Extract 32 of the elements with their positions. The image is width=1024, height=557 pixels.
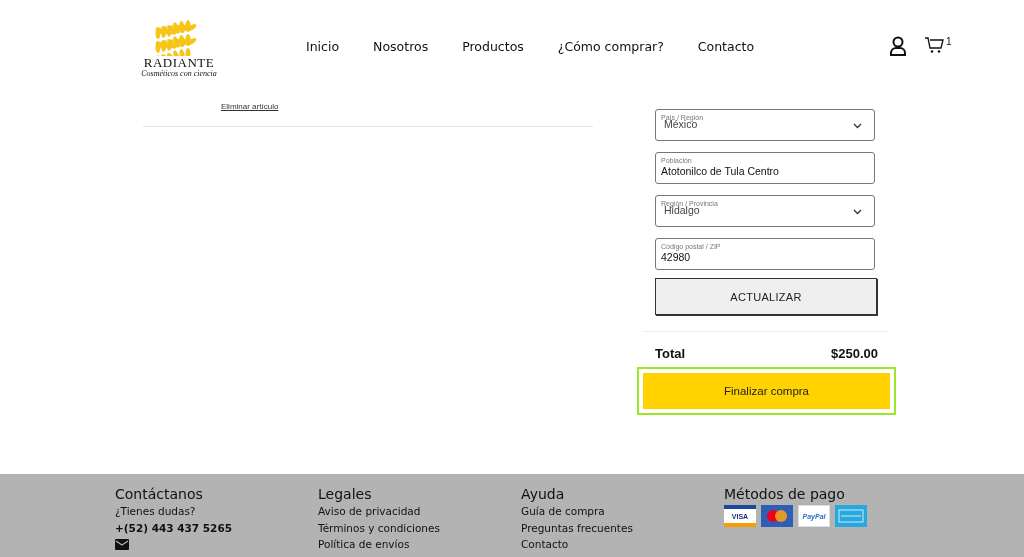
logo-name: RADIANTE bbox=[143, 55, 215, 69]
nav-link[interactable]: Nosotros bbox=[373, 39, 429, 54]
total-label: Total bbox=[655, 346, 686, 361]
nav-link[interactable]: Contacto bbox=[697, 39, 755, 54]
user-icon[interactable] bbox=[889, 35, 908, 56]
logo-tagline: Cosméticos con ciencia bbox=[141, 68, 217, 78]
cart-icon[interactable] bbox=[925, 35, 946, 54]
amex-card-icon bbox=[835, 505, 867, 527]
footer-link[interactable]: Guía de compra bbox=[521, 503, 724, 520]
cart-count: 1 bbox=[946, 35, 952, 47]
footer-link[interactable]: Términos y condiciones bbox=[318, 519, 521, 536]
footer-link[interactable]: Preguntas frecuentes bbox=[521, 519, 724, 536]
footer-text: ¿Tienes dudas? bbox=[115, 504, 197, 519]
footer-link[interactable]: Aviso de privacidad bbox=[318, 503, 521, 520]
nav-link[interactable]: ¿Cómo comprar? bbox=[557, 39, 664, 54]
footer-heading: Legales bbox=[318, 486, 373, 503]
footer-link[interactable]: Política de envíos bbox=[318, 536, 521, 553]
mail-icon[interactable] bbox=[115, 539, 129, 550]
chevron-down-icon bbox=[853, 209, 862, 215]
update-button[interactable]: ACTUALIZAR bbox=[655, 278, 877, 315]
nav-link[interactable]: Inicio bbox=[306, 39, 340, 54]
remove-item-link[interactable]: Eliminar artículo bbox=[221, 102, 279, 111]
footer-link[interactable]: Contacto bbox=[521, 536, 724, 553]
total-amount: $250.00 bbox=[831, 346, 878, 361]
phone-number: +(52) 443 437 5265 bbox=[115, 520, 234, 536]
mastercard-card-icon bbox=[761, 505, 793, 527]
chevron-down-icon bbox=[853, 123, 862, 129]
footer-heading: Ayuda bbox=[521, 486, 566, 503]
nav-link[interactable]: Productos bbox=[462, 39, 524, 54]
checkout-button[interactable]: Finalizar compra bbox=[643, 373, 890, 409]
footer-heading: Métodos de pago bbox=[724, 486, 846, 503]
footer-heading: Contáctanos bbox=[115, 486, 204, 503]
